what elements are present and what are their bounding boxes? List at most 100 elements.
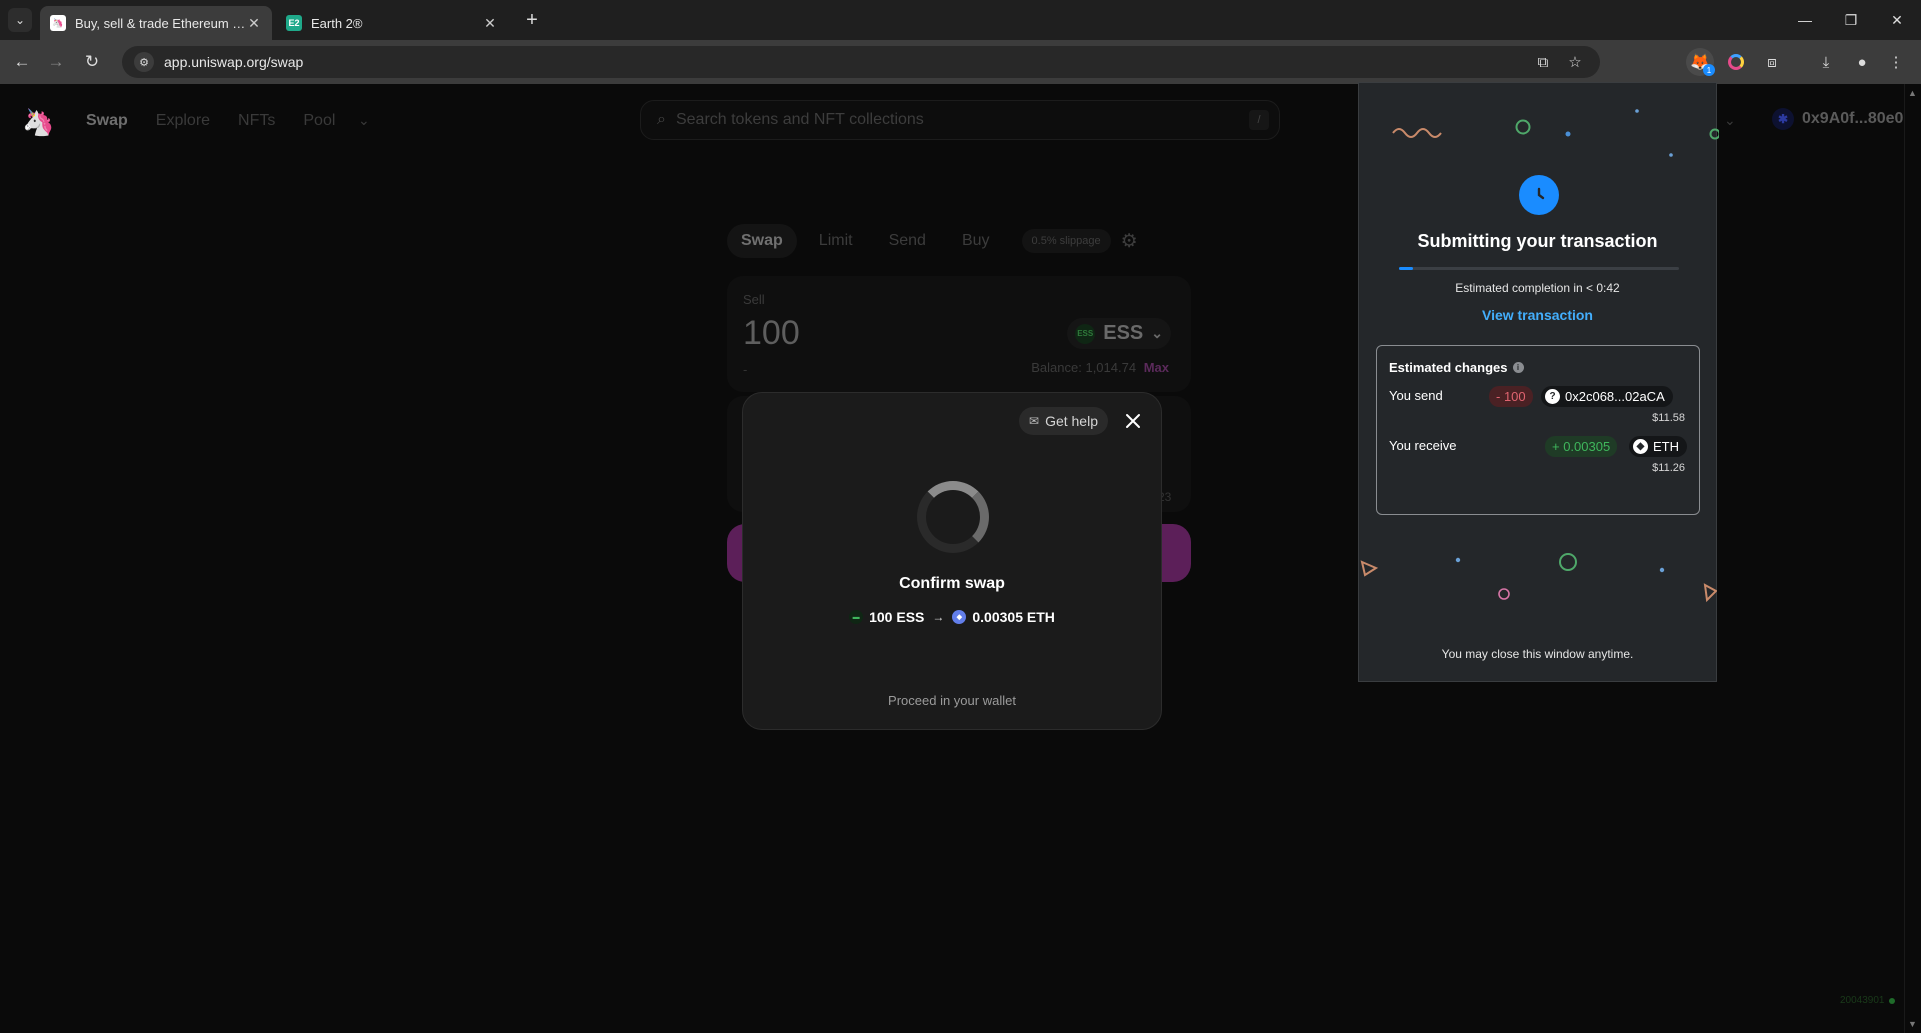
scroll-down-icon[interactable]: ▼ bbox=[1908, 1019, 1917, 1029]
site-info-icon[interactable]: ⚙ bbox=[134, 52, 154, 72]
nav-explore[interactable]: Explore bbox=[156, 112, 210, 130]
slippage-badge[interactable]: 0.5% slippage bbox=[1021, 229, 1111, 253]
minimize-button[interactable]: — bbox=[1782, 0, 1828, 40]
get-help-button[interactable]: ✉ Get help bbox=[1019, 407, 1108, 435]
tab-title: Buy, sell & trade Ethereum and bbox=[75, 15, 246, 31]
address-bar[interactable]: ⚙ app.uniswap.org/swap ⧉ ☆ bbox=[122, 46, 1600, 78]
extension-badge: 1 bbox=[1703, 64, 1715, 76]
swap-from: 100 ESS bbox=[869, 609, 925, 625]
estimated-changes-title: Estimated changes bbox=[1389, 360, 1508, 375]
new-tab-button[interactable]: + bbox=[520, 8, 544, 32]
progress-fill bbox=[1399, 267, 1413, 270]
chevron-down-icon: ⌄ bbox=[1151, 325, 1163, 341]
send-usd-value: $11.58 bbox=[1652, 412, 1685, 424]
metamask-extension-icon[interactable]: 🦊 1 bbox=[1686, 48, 1715, 76]
color-picker-extension-icon[interactable] bbox=[1722, 48, 1750, 76]
tab-close-icon[interactable]: ✕ bbox=[246, 15, 262, 32]
scroll-up-icon[interactable]: ▲ bbox=[1908, 88, 1917, 98]
tab-search-button[interactable]: ⌄ bbox=[8, 8, 32, 32]
tab-earth2[interactable]: E2 Earth 2® ✕ bbox=[276, 6, 508, 40]
view-transaction-link[interactable]: View transaction bbox=[1359, 307, 1716, 323]
account-button[interactable]: ✱ 0x9A0f...80e0 bbox=[1772, 108, 1903, 130]
sell-label: Sell bbox=[743, 292, 765, 307]
get-help-label: Get help bbox=[1045, 413, 1098, 429]
dot-decoration-icon bbox=[1669, 153, 1673, 157]
top-nav: Swap Explore NFTs Pool bbox=[86, 112, 335, 130]
window-close-button[interactable]: ✕ bbox=[1874, 0, 1920, 40]
send-amount-badge: - 100 bbox=[1489, 386, 1533, 407]
confirm-swap-modal: ✉ Get help Confirm swap ▬ 100 ESS → ◆ 0.… bbox=[742, 392, 1162, 730]
dot-decoration-icon bbox=[1565, 131, 1571, 137]
max-button[interactable]: Max bbox=[1144, 360, 1169, 375]
tab-swap[interactable]: Swap bbox=[727, 224, 797, 258]
squiggle-decoration-icon bbox=[1392, 128, 1442, 138]
ring-decoration-icon bbox=[1498, 588, 1510, 600]
tab-title: Earth 2® bbox=[311, 15, 363, 31]
eth-token-icon: ◆ bbox=[1633, 439, 1648, 454]
extensions-puzzle-icon[interactable]: ⧈ bbox=[1758, 48, 1786, 76]
restore-button[interactable]: ❐ bbox=[1828, 0, 1874, 40]
nav-nfts[interactable]: NFTs bbox=[238, 112, 275, 130]
info-icon[interactable]: i bbox=[1512, 362, 1524, 373]
uniswap-logo-icon[interactable]: 🦄 bbox=[22, 108, 54, 136]
you-send-label: You send bbox=[1389, 388, 1443, 403]
install-app-icon[interactable]: ⧉ bbox=[1528, 46, 1558, 78]
forward-arrow-icon[interactable]: → bbox=[42, 48, 70, 76]
tab-limit[interactable]: Limit bbox=[805, 224, 867, 258]
proceed-wallet-text: Proceed in your wallet bbox=[888, 693, 1016, 708]
receive-asset-pill[interactable]: ◆ ETH bbox=[1629, 436, 1687, 457]
tab-send[interactable]: Send bbox=[875, 224, 940, 258]
modal-title: Confirm swap bbox=[899, 575, 1005, 592]
uniswap-favicon-icon: 🦄 bbox=[50, 15, 66, 31]
nav-swap[interactable]: Swap bbox=[86, 112, 128, 130]
account-avatar: ✱ bbox=[1772, 108, 1794, 130]
balance-text: Balance: 1,014.74 bbox=[1031, 360, 1137, 375]
reload-icon[interactable]: ↻ bbox=[78, 48, 106, 76]
eth-token-icon: ◆ bbox=[952, 610, 967, 624]
build-number: 20043901 bbox=[1840, 995, 1885, 1006]
browser-toolbar: ← → ↻ ⚙ app.uniswap.org/swap ⧉ ☆ 🦊 1 ⧈ ⤓… bbox=[0, 40, 1921, 84]
settings-gear-icon[interactable]: ⚙ bbox=[1121, 230, 1138, 253]
mail-icon: ✉ bbox=[1029, 414, 1040, 428]
sell-token-selector[interactable]: ESS ESS ⌄ bbox=[1067, 318, 1171, 349]
page-scrollbar[interactable]: ▲ ▼ bbox=[1904, 84, 1921, 1033]
status-dot-icon bbox=[1888, 997, 1895, 1004]
transaction-progress-bar bbox=[1399, 267, 1679, 270]
earth2-favicon-icon: E2 bbox=[286, 15, 302, 31]
tab-uniswap[interactable]: 🦄 Buy, sell & trade Ethereum and ✕ bbox=[40, 6, 272, 40]
arrow-right-icon: → bbox=[932, 610, 945, 624]
estimated-completion: Estimated completion in < 0:42 bbox=[1455, 281, 1620, 295]
estimated-changes-box: Estimated changes i You send - 100 ? 0x2… bbox=[1376, 345, 1700, 515]
ring-decoration-icon bbox=[1559, 553, 1577, 571]
modal-close-icon[interactable] bbox=[1119, 407, 1147, 435]
profile-icon[interactable]: ● bbox=[1848, 48, 1876, 76]
dot-decoration-icon bbox=[1635, 109, 1639, 113]
search-placeholder: Search tokens and NFT collections bbox=[675, 111, 924, 128]
ring-decoration-icon bbox=[1709, 128, 1719, 140]
receive-asset: ETH bbox=[1653, 439, 1679, 454]
account-address: 0x9A0f...80e0 bbox=[1802, 110, 1904, 127]
send-asset-pill[interactable]: ? 0x2c068...02aCA bbox=[1541, 386, 1673, 407]
sell-panel: Sell 100 - ESS ESS ⌄ Balance: 1,014.74 M… bbox=[727, 276, 1191, 392]
sell-balance: Balance: 1,014.74 Max bbox=[1031, 360, 1169, 375]
nav-pool[interactable]: Pool bbox=[303, 112, 335, 130]
token-search-bar[interactable]: ⌕ Search tokens and NFT collections / bbox=[640, 100, 1280, 140]
build-indicator: 20043901 bbox=[1840, 995, 1895, 1006]
browser-tab-bar: ⌄ 🦄 Buy, sell & trade Ethereum and ✕ E2 … bbox=[0, 0, 1921, 40]
sell-amount-input[interactable]: 100 bbox=[743, 314, 800, 353]
dot-decoration-icon bbox=[1455, 557, 1461, 563]
download-icon[interactable]: ⤓ bbox=[1812, 48, 1840, 76]
nav-more-chevron-icon[interactable]: ⌄ bbox=[358, 112, 370, 129]
network-selector-chevron-icon[interactable]: ⌄ bbox=[1724, 112, 1736, 129]
you-receive-label: You receive bbox=[1389, 438, 1457, 453]
browser-menu-icon[interactable]: ⋮ bbox=[1882, 48, 1910, 76]
sell-usd-value: - bbox=[743, 362, 748, 377]
ess-token-icon: ▬ bbox=[849, 610, 864, 624]
search-shortcut-key: / bbox=[1249, 110, 1269, 130]
close-window-note: You may close this window anytime. bbox=[1441, 647, 1634, 661]
bookmark-star-icon[interactable]: ☆ bbox=[1560, 46, 1590, 78]
tab-buy[interactable]: Buy bbox=[948, 224, 1004, 258]
loading-spinner-icon bbox=[917, 481, 989, 553]
back-arrow-icon[interactable]: ← bbox=[8, 48, 36, 76]
tab-close-icon[interactable]: ✕ bbox=[482, 15, 498, 32]
